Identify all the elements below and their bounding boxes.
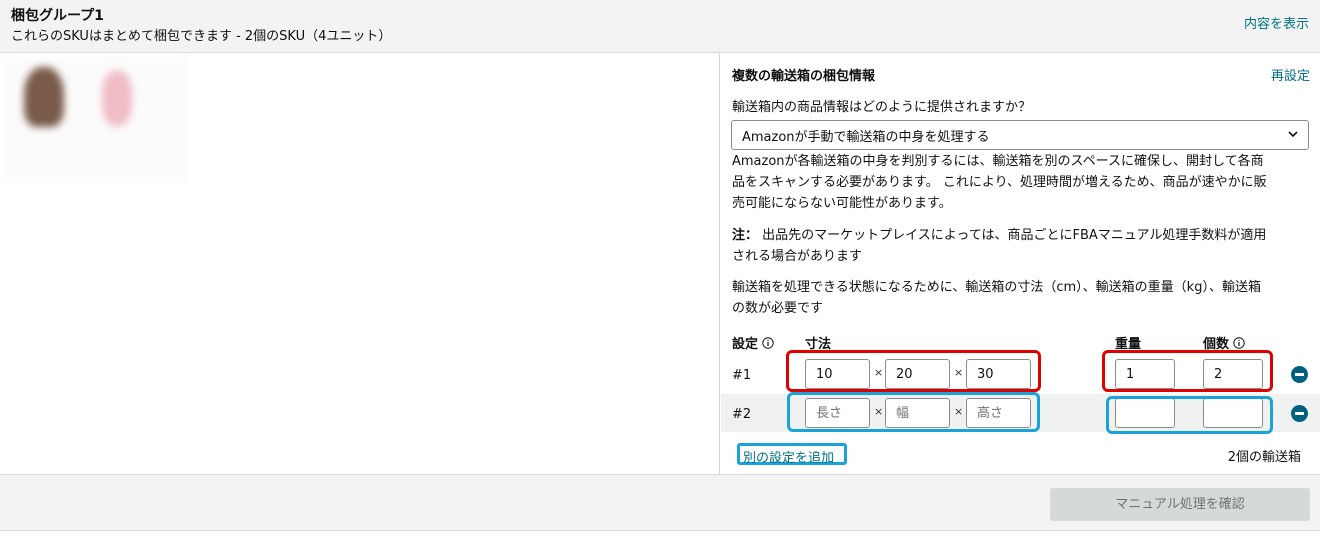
length-input[interactable] xyxy=(805,359,870,389)
column-header-count: 個数 xyxy=(1203,333,1245,352)
chevron-down-icon xyxy=(1288,131,1298,138)
weight-input[interactable] xyxy=(1115,398,1175,428)
box-content-method-select[interactable]: Amazonが手動で輸送箱の中身を処理する xyxy=(731,120,1309,150)
height-input[interactable] xyxy=(966,359,1031,389)
packing-group-subtitle: これらのSKUはまとめて梱包できます - 2個のSKU（4ユニット） xyxy=(11,29,392,44)
note-label: 注： xyxy=(732,228,759,243)
multiply-sign: × xyxy=(874,405,884,418)
manual-processing-description: Amazonが各輸送箱の中身を判別するには、輸送箱を別のスペースに確保し、開封し… xyxy=(732,154,1267,211)
product-thumbnail xyxy=(102,71,132,126)
weight-input[interactable] xyxy=(1115,359,1175,389)
multiply-sign: × xyxy=(954,405,964,418)
box-packing-form: 複数の輸送箱の梱包情報 再設定 輸送箱内の商品情報はどのように提供されますか？ … xyxy=(721,53,1320,474)
info-icon[interactable] xyxy=(1233,337,1245,349)
action-footer: マニュアル処理を確認 xyxy=(0,474,1320,531)
box-config-row: #2 × × xyxy=(721,394,1320,432)
total-box-count: 2個の輸送箱 xyxy=(1227,450,1301,465)
fee-note: 注： 出品先のマーケットプレイスによっては、商品ごとにFBAマニュアル処理手数料… xyxy=(732,228,1267,264)
width-input[interactable] xyxy=(885,359,950,389)
remove-row-button[interactable] xyxy=(1291,405,1308,422)
show-contents-link[interactable]: 内容を表示 xyxy=(1244,13,1309,32)
remove-row-button[interactable] xyxy=(1291,366,1308,383)
section-title: 複数の輸送箱の梱包情報 xyxy=(732,69,876,84)
select-value: Amazonが手動で輸送箱の中身を処理する xyxy=(742,130,990,145)
column-header-config: 設定 xyxy=(732,333,774,352)
box-count-input[interactable] xyxy=(1203,359,1263,389)
config-number: #1 xyxy=(732,368,752,383)
box-config-row: #1 × × xyxy=(721,355,1320,393)
requirements-text: 輸送箱を処理できる状態になるために、輸送箱の寸法（cm）、輸送箱の重量（kg）、… xyxy=(732,280,1261,316)
reset-link[interactable]: 再設定 xyxy=(1271,65,1310,84)
info-icon[interactable] xyxy=(762,337,774,349)
packing-group-header: 梱包グループ1 これらのSKUはまとめて梱包できます - 2個のSKU（4ユニッ… xyxy=(0,0,1320,53)
multiply-sign: × xyxy=(874,366,884,379)
packing-group-title: 梱包グループ1 xyxy=(11,8,104,24)
config-number: #2 xyxy=(732,407,752,422)
sku-thumbnails xyxy=(6,57,188,183)
product-thumbnail xyxy=(24,67,64,127)
length-input[interactable] xyxy=(805,398,870,428)
width-input[interactable] xyxy=(885,398,950,428)
column-header-dimensions: 寸法 xyxy=(805,337,832,352)
box-count-input[interactable] xyxy=(1203,398,1263,428)
add-config-link[interactable]: 別の設定を追加 xyxy=(737,443,847,466)
sku-image-pane xyxy=(0,53,720,474)
box-content-question: 輸送箱内の商品情報はどのように提供されますか？ xyxy=(732,100,1032,115)
confirm-manual-processing-button[interactable]: マニュアル処理を確認 xyxy=(1050,488,1310,521)
column-header-weight: 重量 xyxy=(1115,337,1142,352)
height-input[interactable] xyxy=(966,398,1031,428)
multiply-sign: × xyxy=(954,366,964,379)
